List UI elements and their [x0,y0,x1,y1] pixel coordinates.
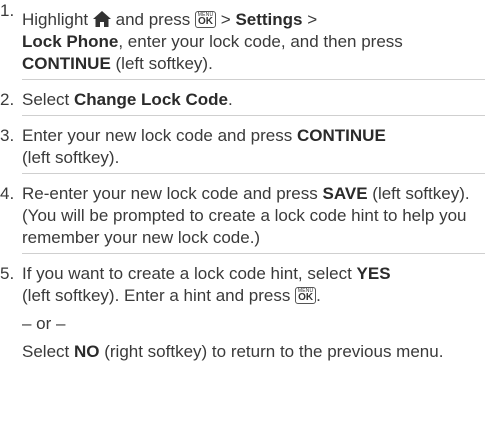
continue-label: CONTINUE [22,54,111,73]
separator [22,253,485,254]
step-text: Select [22,342,70,361]
separator [22,79,485,80]
menu-ok-key-icon: MENU OK [195,11,217,28]
step-text: . [227,90,233,109]
arrow-text: > [307,10,318,29]
ok-key-label: OK [198,16,214,27]
step-text: (right softkey) to return to the previou… [104,342,444,361]
step-1: 1. Highlight and press MENU OK > Settings… [0,0,485,75]
step-text: . [316,286,321,305]
step-5: 5. If you want to create a lock code hin… [0,263,485,363]
step-number: 3. [0,126,15,145]
step-text: Re-enter your new lock code and press [22,184,318,203]
no-label: NO [73,342,100,361]
settings-label: Settings [235,10,303,29]
step-text: (left softkey). [22,148,120,167]
continue-label: CONTINUE [297,126,386,145]
step-text: (left softkey). Enter a hint and press [22,286,291,305]
alternative-instruction: Select NO (right softkey) to return to t… [22,341,479,363]
step-3: 3. Enter your new lock code and press CO… [0,125,485,169]
step-text: If you want to create a lock code hint, … [22,264,352,283]
step-number: 4. [0,184,15,203]
separator [22,173,485,174]
step-number: 2. [0,90,15,109]
step-text: (left softkey). [115,54,213,73]
step-text: and press [115,10,191,29]
step-text: Select [22,90,70,109]
step-text: , enter your lock code, and then press [118,32,403,51]
step-4: 4. Re-enter your new lock code and press… [0,183,485,249]
change-lock-code-label: Change Lock Code [73,90,228,109]
ok-key-label: OK [298,292,314,303]
home-icon [92,11,111,27]
save-label: SAVE [322,184,368,203]
instruction-document: 1. Highlight and press MENU OK > Settings… [0,0,485,421]
menu-ok-key-icon: MENU OK [295,287,317,304]
step-number: 5. [0,264,15,283]
step-number: 1. [0,1,15,20]
separator [22,115,485,116]
yes-label: YES [356,264,391,283]
steps-list: 1. Highlight and press MENU OK > Settings… [0,0,485,363]
step-text: Highlight [22,10,89,29]
or-separator-text: – or – [22,314,66,333]
lock-phone-label: Lock Phone [22,32,119,51]
step-2: 2. Select Change Lock Code. [0,89,485,111]
step-text: Enter your new lock code and press [22,126,293,145]
arrow-text: > [220,10,231,29]
